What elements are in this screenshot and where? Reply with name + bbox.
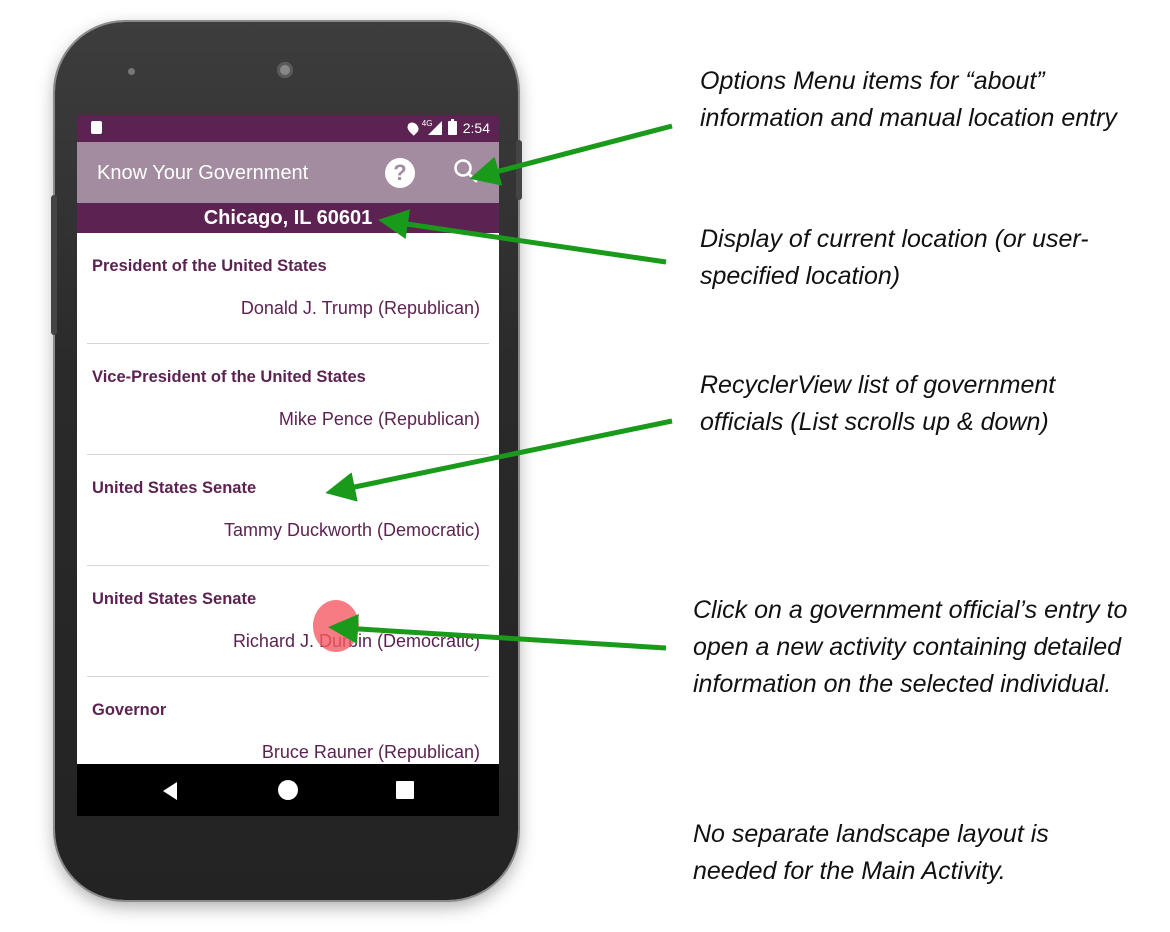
arrow-click bbox=[328, 613, 667, 651]
annotation-arrows bbox=[325, 123, 673, 651]
arrow-recycler bbox=[325, 418, 673, 502]
arrow-options-menu bbox=[469, 123, 673, 186]
arrow-location-display bbox=[378, 209, 667, 265]
